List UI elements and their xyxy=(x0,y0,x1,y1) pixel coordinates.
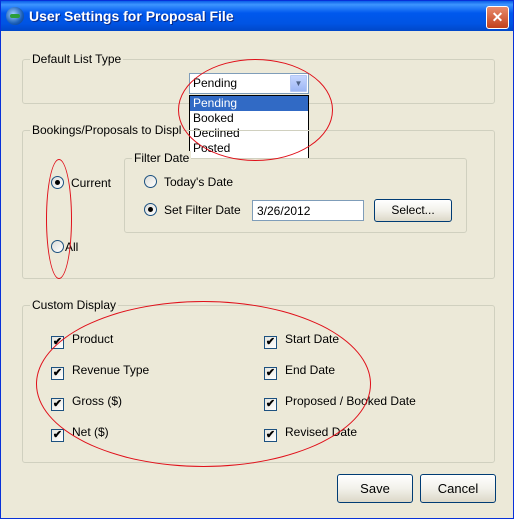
filter-date-value: 3/26/2012 xyxy=(257,204,311,218)
checkbox-box: ✔ xyxy=(51,398,64,411)
all-radio[interactable]: All xyxy=(51,239,78,255)
custom-display-legend: Custom Display xyxy=(30,298,119,312)
checkbox-label: Net ($) xyxy=(72,425,109,439)
checkbox-label: Revised Date xyxy=(285,425,358,439)
checkbox-box: ✔ xyxy=(264,367,277,380)
checkbox-label: Proposed / Booked Date xyxy=(285,394,416,408)
radio-indicator xyxy=(144,203,157,216)
dropdown-option[interactable]: Booked xyxy=(190,111,308,126)
save-button[interactable]: Save xyxy=(337,474,413,503)
set-filter-date-label: Set Filter Date xyxy=(164,203,241,217)
product-checkbox[interactable]: ✔ Product xyxy=(51,331,114,349)
todays-date-label: Today's Date xyxy=(164,175,233,189)
radio-indicator xyxy=(144,175,157,188)
default-list-legend: Default List Type xyxy=(30,52,124,66)
net-checkbox[interactable]: ✔ Net ($) xyxy=(51,424,109,442)
radio-indicator xyxy=(51,176,64,189)
end-date-checkbox[interactable]: ✔ End Date xyxy=(264,362,336,380)
checkbox-box: ✔ xyxy=(51,336,64,349)
cancel-button[interactable]: Cancel xyxy=(420,474,496,503)
checkbox-box: ✔ xyxy=(51,367,64,380)
checkbox-label: Gross ($) xyxy=(72,394,123,408)
proposed-booked-date-checkbox[interactable]: ✔ Proposed / Booked Date xyxy=(264,393,416,411)
all-label: All xyxy=(65,240,79,254)
gross-checkbox[interactable]: ✔ Gross ($) xyxy=(51,393,123,411)
bookings-legend: Bookings/Proposals to Displ xyxy=(30,123,184,137)
title-bar[interactable]: User Settings for Proposal File ✕ xyxy=(1,1,513,31)
dropdown-option[interactable]: Pending xyxy=(190,96,308,111)
list-type-combo[interactable]: Pending ▼ xyxy=(189,73,309,94)
checkbox-box: ✔ xyxy=(51,429,64,442)
checkbox-label: Start Date xyxy=(285,332,340,346)
checkbox-box: ✔ xyxy=(264,336,277,349)
revenue-type-checkbox[interactable]: ✔ Revenue Type xyxy=(51,362,150,380)
start-date-checkbox[interactable]: ✔ Start Date xyxy=(264,331,340,349)
settings-window: User Settings for Proposal File ✕ Defaul… xyxy=(0,0,514,519)
select-date-button[interactable]: Select... xyxy=(374,199,452,222)
checkbox-label: Revenue Type xyxy=(72,363,150,377)
current-label: Current xyxy=(71,176,112,190)
revised-date-checkbox[interactable]: ✔ Revised Date xyxy=(264,424,358,442)
checkbox-label: End Date xyxy=(285,363,336,377)
app-icon xyxy=(6,7,24,25)
close-button[interactable]: ✕ xyxy=(486,6,509,29)
radio-indicator xyxy=(51,240,64,253)
chevron-down-icon[interactable]: ▼ xyxy=(290,75,307,92)
window-title: User Settings for Proposal File xyxy=(29,8,234,24)
checkbox-label: Product xyxy=(72,332,114,346)
set-filter-date-radio[interactable]: Set Filter Date xyxy=(144,202,241,218)
filter-date-legend: Filter Date xyxy=(132,151,192,165)
checkbox-box: ✔ xyxy=(264,429,277,442)
filter-date-input[interactable]: 3/26/2012 xyxy=(252,200,364,221)
list-type-value: Pending xyxy=(193,76,238,90)
current-radio[interactable]: Current xyxy=(51,175,111,191)
todays-date-radio[interactable]: Today's Date xyxy=(144,174,233,190)
checkbox-box: ✔ xyxy=(264,398,277,411)
